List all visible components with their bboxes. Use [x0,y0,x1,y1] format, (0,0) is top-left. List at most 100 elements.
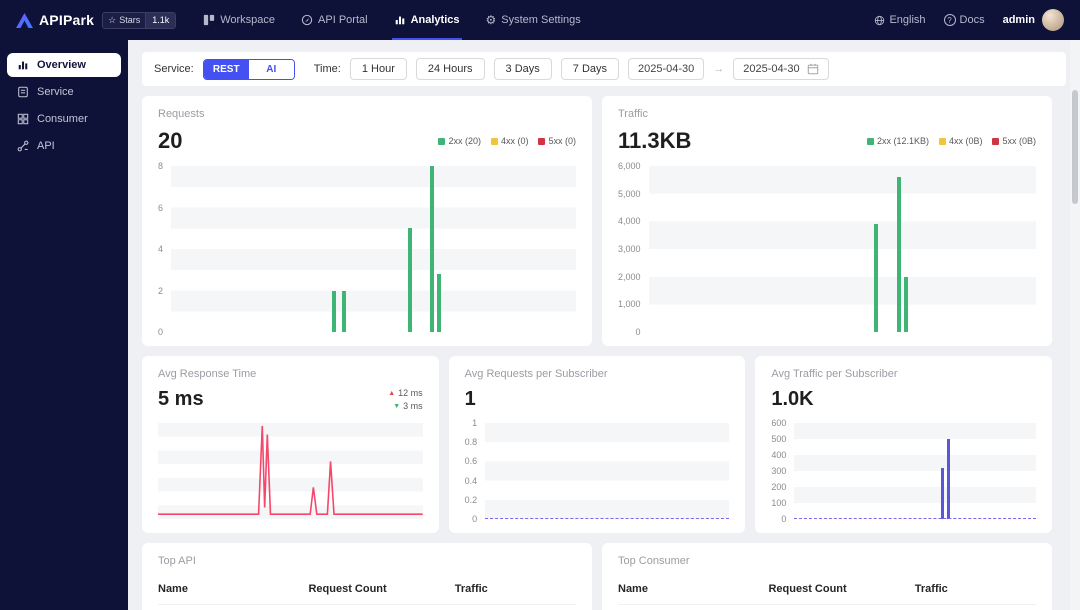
column-traffic: Traffic [454,583,488,595]
chart-bar [903,276,908,332]
card-title: Avg Traffic per Subscriber [771,368,898,380]
user-menu[interactable]: admin [1003,9,1064,31]
y-tick-label: 400 [771,450,787,460]
y-tick-label: 0 [472,513,478,524]
avg-response-time-value: 5 ms [158,388,204,410]
date-end-input[interactable]: 2025-04-30 [733,58,829,80]
y-tick-label: 1 [472,418,478,428]
nav-label: API Portal [318,14,368,26]
column-name: Name [158,583,188,595]
y-tick-label: 0.6 [464,456,478,467]
delta-up-value: 12 ms [398,388,423,398]
stars-label: Stars [119,15,141,25]
docs-link[interactable]: ? Docs [943,14,985,26]
nav-analytics[interactable]: Analytics [381,0,473,40]
sidebar-label: Service [37,86,74,98]
card-title: Avg Requests per Subscriber [464,368,608,380]
service-segmented-control: REST AI [202,58,295,80]
y-tick-label: 4 [158,244,164,254]
time-range-24-hours[interactable]: 24 Hours [415,58,485,80]
chart-bar [407,228,412,332]
language-label: English [889,14,926,26]
stars-count: 1.1k [145,12,176,28]
y-axis: 8 6 4 2 0 [158,161,164,337]
plot-area [158,423,423,519]
chart-bar [947,439,951,519]
service-option-rest[interactable]: REST [203,59,249,79]
service-icon [17,86,29,98]
nav-system-settings[interactable]: ⚙ System Settings [473,0,594,40]
time-range-3-days[interactable]: 3 Days [493,58,552,80]
sidebar-label: API [37,140,55,152]
time-range-1-hour[interactable]: 1 Hour [349,58,407,80]
delta-down-value: 3 ms [403,401,423,411]
service-label: Service: [154,63,194,75]
y-tick-label: 500 [771,434,787,444]
y-tick-label: 6 [158,202,164,213]
plot-area [171,166,576,332]
time-label: Time: [313,63,341,75]
avg-requests-per-subscriber-value: 1 [464,388,476,410]
y-tick-label: 200 [771,482,787,492]
brand[interactable]: APIPark [16,12,94,28]
chart-bar [437,273,442,332]
username: admin [1002,14,1035,26]
top-consumer-table-header: Name Request Count Traffic [618,583,1036,605]
nav-workspace[interactable]: Workspace [190,0,288,40]
y-axis: 6,000 5,000 4,000 3,000 2,000 1,000 0 [618,161,641,337]
sidebar-item-consumer[interactable]: Consumer [7,107,121,131]
avg-response-time-chart [158,423,423,519]
nav-api-portal[interactable]: API Portal [288,0,381,40]
traffic-legend: 2xx (12.1KB) 4xx (0B) 5xx (0B) [866,136,1036,146]
github-stars-badge[interactable]: ☆ Stars 1.1k [102,11,177,29]
legend-5xx-dot [538,137,546,145]
chart-baseline [485,518,730,519]
scrollbar[interactable] [1072,90,1078,204]
avg-traffic-per-subscriber-chart: 600 500 400 300 200 100 0 [771,418,1037,524]
sidebar-item-service[interactable]: Service [7,80,121,104]
legend-2xx-dot [866,137,874,145]
line-chart-svg [158,423,423,519]
help-icon: ? [943,14,956,26]
legend-4xx-dot [490,137,498,145]
y-tick-label: 2 [158,285,164,296]
language-switcher[interactable]: English [874,14,926,26]
column-traffic: Traffic [914,583,948,595]
api-portal-icon [301,14,313,26]
nav-label: Workspace [220,14,276,26]
y-tick-label: 1,000 [618,299,641,310]
traffic-chart: 6,000 5,000 4,000 3,000 2,000 1,000 0 [618,161,1036,337]
chart-bar [429,166,434,332]
date-start-input[interactable]: 2025-04-30 [628,58,705,80]
y-tick-label: 4,000 [618,216,641,227]
service-option-ai[interactable]: AI [248,59,294,79]
chart-bar [332,290,337,332]
legend-4xx-label: 4xx (0) [500,136,529,146]
card-title: Traffic [618,108,648,120]
card-title: Avg Response Time [158,368,257,380]
y-tick-label: 0 [781,514,787,524]
y-tick-label: 0.4 [464,475,478,486]
plot-area [794,423,1037,519]
legend-4xx-label: 4xx (0B) [948,136,983,146]
y-tick-label: 3,000 [618,243,641,254]
time-range-7-days[interactable]: 7 Days [560,58,620,80]
navbar-right: English ? Docs admin [874,9,1064,31]
y-tick-label: 0.2 [464,494,478,505]
legend-5xx-label: 5xx (0) [548,136,576,146]
sidebar-item-api[interactable]: API [7,134,121,158]
response-time-deltas: ▲ 12 ms ▼ 3 ms [388,388,422,411]
card-title: Requests [158,108,205,120]
requests-value: 20 [158,128,183,153]
star-icon: ☆ [108,14,117,25]
y-tick-label: 6,000 [618,161,641,171]
top-api-table-header: Name Request Count Traffic [158,583,576,605]
avg-requests-per-subscriber-chart: 1 0.8 0.6 0.4 0.2 0 [464,418,730,524]
legend-4xx-dot [938,137,946,145]
chart-baseline [794,518,1037,519]
date-start-value: 2025-04-30 [638,63,695,75]
sidebar-label: Consumer [37,113,88,125]
requests-legend: 2xx (20) 4xx (0) 5xx (0) [438,136,576,146]
sidebar-item-overview[interactable]: Overview [7,53,121,77]
date-range-arrow-icon: → [713,63,725,75]
